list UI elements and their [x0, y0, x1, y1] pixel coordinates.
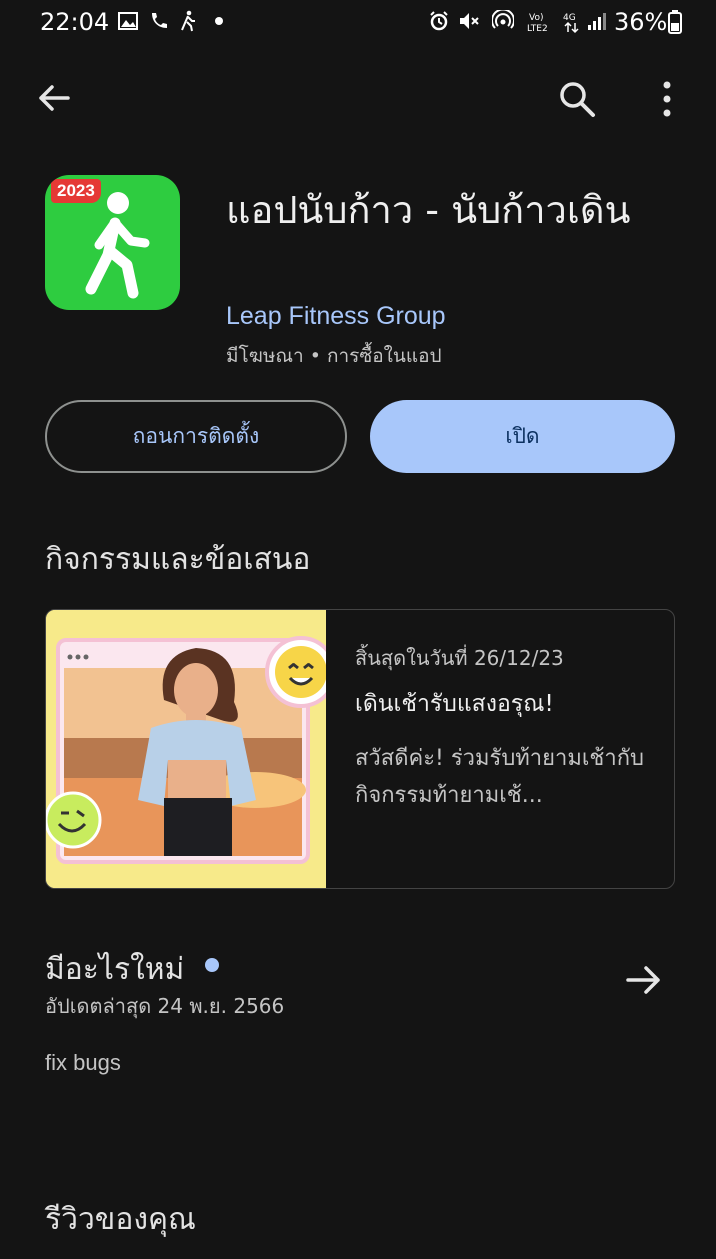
more-vert-icon[interactable]	[656, 80, 678, 118]
search-icon[interactable]	[558, 80, 596, 118]
event-card[interactable]: สิ้นสุดในวันที่ 26/12/23 เดินเช้ารับแสงอ…	[45, 609, 675, 889]
event-title: เดินเช้ารับแสงอรุณ!	[355, 691, 554, 717]
app-meta: มีโฆษณา • การซื้อในแอป	[226, 345, 442, 367]
new-indicator-dot	[205, 958, 219, 972]
image-icon	[118, 12, 138, 30]
uninstall-button[interactable]: ถอนการติดตั้ง	[45, 400, 347, 473]
event-end-date: สิ้นสุดในวันที่ 26/12/23	[355, 646, 564, 670]
events-heading: กิจกรรมและข้อเสนอ	[45, 542, 311, 577]
app-title: แอปนับก้าว - นับก้าวเดิน	[226, 188, 631, 232]
mute-icon	[460, 13, 479, 29]
event-image	[46, 610, 337, 888]
event-illustration	[46, 610, 337, 888]
svg-text:Vo): Vo)	[529, 13, 543, 23]
your-review-heading: รีวิวของคุณ	[45, 1202, 196, 1237]
event-description: สวัสดีค่ะ! ร่วมรับท้ายามเช้ากับกิจกรรมท้…	[355, 746, 644, 808]
battery-icon	[668, 10, 682, 34]
last-updated: อัปเดตล่าสุด 24 พ.ย. 2566	[45, 994, 285, 1018]
signal-icon	[588, 13, 606, 30]
alarm-icon	[430, 11, 448, 31]
volte-icon: Vo)LTE2	[527, 13, 548, 34]
open-button[interactable]: เปิด	[370, 400, 675, 473]
arrow-right-icon[interactable]	[625, 962, 663, 998]
developer-link[interactable]: Leap Fitness Group	[226, 302, 446, 331]
status-bar: 22:04 Vo) LTE2 4G 36%	[0, 0, 716, 48]
svg-text:LTE2: LTE2	[527, 24, 548, 34]
hotspot-icon	[492, 10, 514, 29]
battery-percent: 36%	[614, 8, 668, 36]
walking-person-icon	[85, 192, 150, 299]
whats-new-heading[interactable]: มีอะไรใหม่	[45, 946, 184, 993]
app-icon: 2023	[45, 175, 180, 310]
data-4g-icon: 4G	[563, 13, 579, 34]
status-time: 22:04	[40, 8, 110, 36]
call-forward-icon	[152, 13, 167, 28]
back-arrow-icon[interactable]	[36, 80, 72, 116]
notification-dot-icon	[215, 17, 223, 25]
release-notes: fix bugs	[45, 1050, 121, 1075]
walking-icon	[181, 10, 195, 32]
svg-text:4G: 4G	[563, 13, 576, 23]
